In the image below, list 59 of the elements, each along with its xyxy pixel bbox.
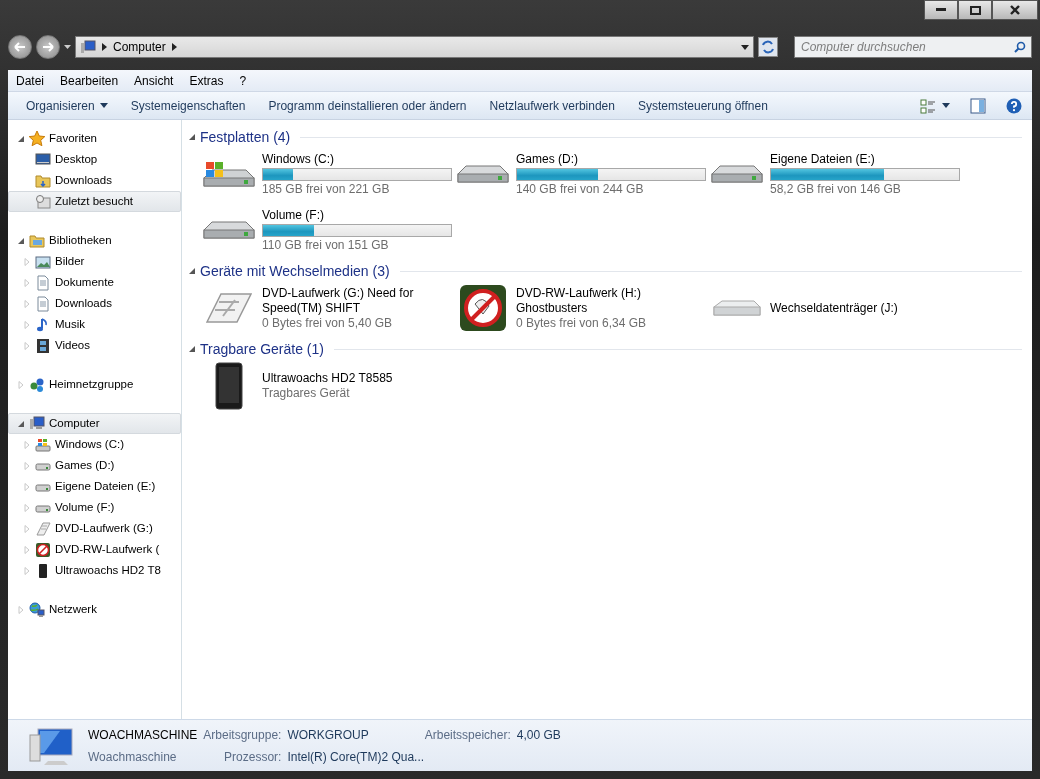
menu-item[interactable]: Bearbeiten — [52, 71, 127, 90]
sidebar-item[interactable]: Ultrawoachs HD2 T8 — [8, 560, 181, 581]
drive-name[interactable]: Windows (C:) — [262, 151, 452, 167]
group-heading[interactable]: Festplatten (4) — [200, 126, 291, 148]
sidebar-item[interactable]: Computer — [8, 413, 181, 434]
drive-detail: 140 GB frei von 244 GB — [516, 181, 645, 197]
field-label: Arbeitsspeicher: — [424, 726, 511, 744]
drive-detail: Tragbares Gerät — [262, 386, 351, 401]
toolbar-button[interactable]: Organisieren — [18, 96, 123, 115]
sidebar-item[interactable]: Heimnetzgruppe — [8, 374, 181, 395]
sidebar-item[interactable]: Musik — [8, 314, 181, 335]
sidebar-item[interactable]: Downloads — [8, 293, 181, 314]
field-value: Intel(R) Core(TM)2 Qua... — [287, 748, 426, 766]
drive-name[interactable]: Volume (F:) — [262, 207, 452, 223]
menu-item[interactable]: Extras — [181, 71, 232, 90]
toolbar-button[interactable]: Programm deinstallieren oder ändern — [260, 96, 482, 115]
address-bar[interactable]: Computer — [75, 36, 754, 58]
drive-detail: 58,2 GB frei von 146 GB — [770, 181, 902, 197]
sidebar-item[interactable]: Bilder — [8, 251, 181, 272]
computer-name: WOACHMASCHINE — [88, 726, 198, 744]
menu-item[interactable]: ? — [231, 71, 255, 90]
toolbar-button[interactable]: Netzlaufwerk verbinden — [481, 96, 630, 115]
sidebar-item[interactable]: Windows (C:) — [8, 434, 181, 455]
sidebar-item[interactable]: Videos — [8, 335, 181, 356]
sidebar-item[interactable]: DVD-RW-Laufwerk ( — [8, 539, 181, 560]
menu-item[interactable]: Datei — [8, 71, 52, 90]
drive-detail: 185 GB frei von 221 GB — [262, 181, 391, 197]
sidebar-item[interactable]: Desktop — [8, 149, 181, 170]
drive-name[interactable]: DVD-Laufwerk (G:) Need for Speed(TM) SHIFT — [262, 285, 452, 316]
toolbar-button[interactable]: Systemsteuerung öffnen — [629, 96, 783, 115]
field-label: Arbeitsgruppe: — [203, 726, 282, 744]
drive-name[interactable]: Games (D:) — [516, 151, 706, 167]
sidebar-item[interactable]: Netzwerk — [8, 599, 181, 620]
drive-name[interactable]: DVD-RW-Laufwerk (H:) Ghostbusters — [516, 285, 706, 316]
sidebar-item[interactable]: Downloads — [8, 170, 181, 191]
sidebar-item[interactable]: Volume (F:) — [8, 497, 181, 518]
drive-detail: 0 Bytes frei von 6,34 GB — [516, 315, 648, 331]
sidebar-item[interactable]: Eigene Dateien (E:) — [8, 476, 181, 497]
search-field[interactable]: Computer durchsuchen — [794, 36, 1032, 58]
drive-name[interactable]: Wechseldatenträger (J:) — [770, 300, 898, 316]
sidebar-item[interactable]: Bibliotheken — [8, 230, 181, 251]
toolbar-button[interactable]: Systemeigenschaften — [122, 96, 261, 115]
drive-name[interactable]: Eigene Dateien (E:) — [770, 151, 960, 167]
sidebar-item[interactable]: Favoriten — [8, 128, 181, 149]
drive-name[interactable]: Ultrawoachs HD2 T8585 — [262, 371, 393, 386]
field-label: Prozessor: — [223, 748, 282, 766]
group-heading[interactable]: Geräte mit Wechselmedien (3) — [200, 260, 390, 282]
field-value: WORKGROUP — [287, 726, 369, 744]
field-value: 4,00 GB — [516, 726, 561, 744]
drive-detail: 0 Bytes frei von 5,40 GB — [262, 315, 394, 331]
sidebar-item[interactable]: Zuletzt besucht — [8, 191, 181, 212]
drive-detail: 110 GB frei von 151 GB — [262, 237, 390, 253]
computer-description: Woachmaschine — [88, 748, 178, 766]
sidebar-item[interactable]: Dokumente — [8, 272, 181, 293]
breadcrumb-item[interactable]: Computer — [113, 38, 166, 56]
sidebar-item[interactable]: DVD-Laufwerk (G:) — [8, 518, 181, 539]
menu-item[interactable]: Ansicht — [126, 71, 182, 90]
group-heading[interactable]: Tragbare Geräte (1) — [200, 338, 324, 360]
sidebar-item[interactable]: Games (D:) — [8, 455, 181, 476]
